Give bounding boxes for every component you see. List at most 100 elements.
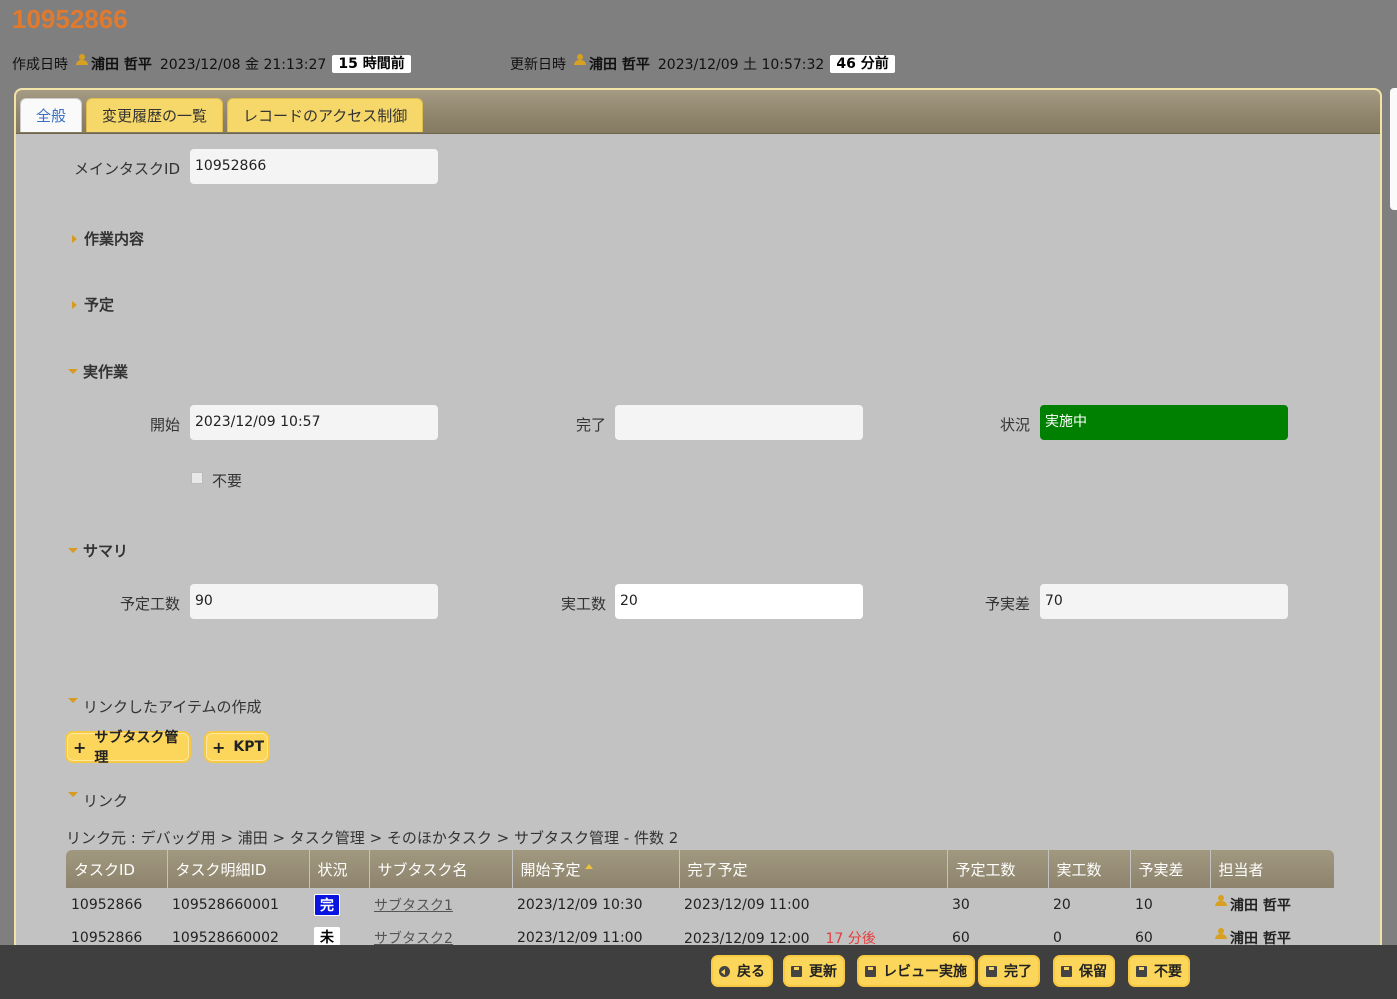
chevron-right-icon xyxy=(72,300,77,309)
planned-hours-field[interactable]: 90 xyxy=(190,584,438,619)
status-field[interactable]: 実施中 xyxy=(1040,405,1288,440)
unneeded-button-label: 不要 xyxy=(1154,964,1182,980)
plus-icon: + xyxy=(73,737,87,757)
complete-label-btn: 完了 xyxy=(1004,964,1032,980)
created-ago-badge: 15 時間前 xyxy=(332,55,411,73)
record-title: 10952866 xyxy=(12,4,128,34)
tab-bar: 全般 変更履歴の一覧 レコードのアクセス制御 xyxy=(16,90,1380,134)
complete-button[interactable]: 完了 xyxy=(978,955,1040,987)
side-panel-edge xyxy=(1390,88,1397,210)
chevron-down-icon xyxy=(68,369,78,374)
footer-toolbar: 戻る 更新 レビュー実施 完了 保留 不要 xyxy=(0,945,1397,999)
main-task-id-field[interactable]: 10952866 xyxy=(190,149,438,184)
tab-access-control[interactable]: レコードのアクセス制御 xyxy=(227,98,424,132)
cell-owner: 浦田 哲平 xyxy=(1210,888,1334,921)
section-work-content-label: 作業内容 xyxy=(84,230,145,248)
add-subtask-label: サブタスク管理 xyxy=(94,730,179,766)
unneeded-label: 不要 xyxy=(212,472,243,490)
subtask-link[interactable]: サブタスク1 xyxy=(374,898,453,914)
cell-name: サブタスク1 xyxy=(369,888,512,921)
chevron-right-icon xyxy=(72,234,77,243)
cell-task-id: 10952866 xyxy=(71,896,143,913)
tab-history[interactable]: 変更履歴の一覧 xyxy=(86,98,224,132)
update-button[interactable]: 更新 xyxy=(783,955,845,987)
subtask-table: タスクID タスク明細ID 状況 サブタスク名 開始予定 完了予定 予定工数 実… xyxy=(66,850,1334,954)
back-button[interactable]: 戻る xyxy=(711,955,773,987)
section-plan[interactable]: 予定 xyxy=(72,294,114,315)
created-user[interactable]: 浦田 哲平 xyxy=(76,54,152,74)
created-label: 作成日時 xyxy=(12,57,68,73)
col-detail-id[interactable]: タスク明細ID xyxy=(167,850,310,888)
col-owner[interactable]: 担当者 xyxy=(1210,850,1334,888)
table-row[interactable]: 10952866 109528660001 完 サブタスク1 2023/12/0… xyxy=(66,888,1334,921)
link-breadcrumb: リンク元 : デバッグ用 > 浦田 > タスク管理 > そのほかタスク > サブ… xyxy=(66,829,679,847)
hold-button[interactable]: 保留 xyxy=(1053,955,1115,987)
col-actual-hours[interactable]: 実工数 xyxy=(1048,850,1131,888)
save-icon xyxy=(791,965,802,977)
sort-asc-icon xyxy=(584,863,593,869)
unneeded-button[interactable]: 不要 xyxy=(1128,955,1190,987)
add-subtask-button[interactable]: + サブタスク管理 xyxy=(65,730,191,766)
cell-planned: 30 xyxy=(952,896,970,913)
owner[interactable]: 浦田 哲平 xyxy=(1215,888,1334,921)
section-actual-label: 実作業 xyxy=(83,363,129,381)
cell-diff: 10 xyxy=(1135,896,1153,913)
section-links[interactable]: リンク xyxy=(68,790,128,811)
section-plan-label: 予定 xyxy=(84,296,115,314)
unneeded-checkbox[interactable] xyxy=(191,472,203,484)
chevron-down-icon xyxy=(68,548,78,553)
cell-status: 完 xyxy=(309,888,369,921)
col-planned-hours[interactable]: 予定工数 xyxy=(947,850,1049,888)
back-icon xyxy=(719,965,730,977)
save-icon xyxy=(1061,965,1072,977)
complete-label: 完了 xyxy=(575,416,606,434)
chevron-down-icon xyxy=(68,792,78,797)
diff-label: 予実差 xyxy=(984,595,1030,613)
col-subtask-name[interactable]: サブタスク名 xyxy=(369,850,513,888)
col-diff[interactable]: 予実差 xyxy=(1130,850,1211,888)
col-status[interactable]: 状況 xyxy=(309,850,370,888)
section-links-label: リンク xyxy=(83,792,129,810)
created-info: 作成日時 浦田 哲平 2023/12/08 金 21:13:27 15 時間前 xyxy=(12,54,411,74)
col-end-plan[interactable]: 完了予定 xyxy=(679,850,948,888)
created-date: 2023/12/08 金 21:13:27 xyxy=(159,57,327,73)
start-label: 開始 xyxy=(149,416,180,434)
actual-hours-field[interactable]: 20 xyxy=(615,584,863,619)
planned-hours-label: 予定工数 xyxy=(119,595,180,613)
save-icon xyxy=(1136,965,1147,977)
plus-icon: + xyxy=(212,737,226,757)
hold-label: 保留 xyxy=(1079,964,1107,980)
cell-start: 2023/12/09 10:30 xyxy=(517,896,643,913)
diff-field[interactable]: 70 xyxy=(1040,584,1288,619)
col-start-plan[interactable]: 開始予定 xyxy=(512,850,680,888)
status-label: 状況 xyxy=(999,416,1030,434)
user-icon xyxy=(1215,927,1227,940)
created-user-name: 浦田 哲平 xyxy=(91,57,152,73)
tab-general[interactable]: 全般 xyxy=(20,98,83,132)
cell-detail-id: 109528660001 xyxy=(172,896,279,913)
section-actual[interactable]: 実作業 xyxy=(68,361,128,382)
section-create-linked-label: リンクしたアイテムの作成 xyxy=(83,698,262,716)
save-icon xyxy=(986,965,997,977)
review-button[interactable]: レビュー実施 xyxy=(857,955,975,987)
col-task-id[interactable]: タスクID xyxy=(66,850,168,888)
update-label: 更新 xyxy=(809,964,837,980)
updated-ago-badge: 46 分前 xyxy=(830,55,895,73)
updated-label: 更新日時 xyxy=(510,57,566,73)
back-label: 戻る xyxy=(737,964,765,980)
main-task-id-label: メインタスクID xyxy=(74,160,180,178)
add-kpt-label: KPT xyxy=(233,739,265,755)
updated-user-name: 浦田 哲平 xyxy=(589,57,650,73)
start-field[interactable]: 2023/12/09 10:57 xyxy=(190,405,438,440)
user-icon xyxy=(76,54,88,66)
section-create-linked[interactable]: リンクしたアイテムの作成 xyxy=(68,696,262,717)
cell-end-date: 2023/12/09 11:00 xyxy=(684,896,810,913)
section-summary-label: サマリ xyxy=(83,542,129,560)
complete-field[interactable] xyxy=(615,405,863,440)
section-work-content[interactable]: 作業内容 xyxy=(72,228,144,249)
actual-hours-label: 実工数 xyxy=(560,595,606,613)
add-kpt-button[interactable]: + KPT xyxy=(204,731,270,763)
updated-date: 2023/12/09 土 10:57:32 xyxy=(657,57,825,73)
section-summary[interactable]: サマリ xyxy=(68,540,128,561)
updated-user[interactable]: 浦田 哲平 xyxy=(574,54,650,74)
